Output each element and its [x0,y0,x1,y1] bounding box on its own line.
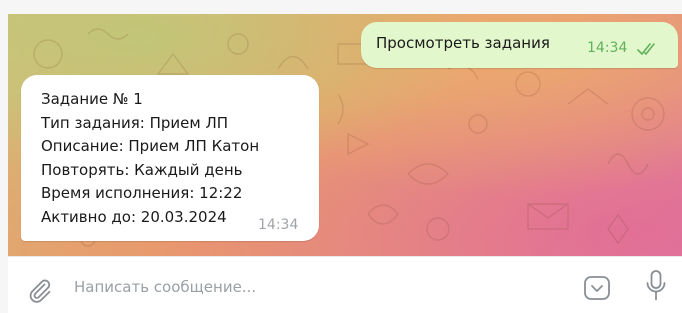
message-line: Повторять: Каждый день [41,160,243,179]
outgoing-message-time: 14:34 [587,40,628,56]
chat-background[interactable]: Просмотреть задания 14:34 Задание № 1 Ти… [8,14,682,256]
microphone-icon[interactable] [645,269,667,303]
message-line: Задание № 1 [41,90,143,108]
message-composer [8,256,682,313]
message-line: Тип задания: Прием ЛП [41,113,229,132]
telegram-chat-window: Просмотреть задания 14:34 Задание № 1 Ти… [0,0,682,313]
outgoing-message-text: Просмотреть задания [376,34,550,52]
sticker-emoji-icon[interactable] [582,273,612,303]
window-left-border [0,0,8,313]
paperclip-icon[interactable] [27,277,53,303]
outgoing-message-bubble[interactable]: Просмотреть задания 14:34 [361,22,678,68]
double-check-icon [637,43,655,55]
message-line: Активно до: 20.03.2024 [41,207,227,226]
incoming-message-time: 14:34 [258,217,299,233]
top-strip [0,0,682,14]
message-line: Время исполнения: 12:22 [41,184,243,203]
message-input[interactable] [74,272,554,302]
incoming-message-body: Задание № 1 Тип задания: Прием ЛП Описан… [41,88,259,230]
message-line: Описание: Прием ЛП Катон [41,137,260,156]
incoming-message-bubble[interactable]: Задание № 1 Тип задания: Прием ЛП Описан… [21,75,319,241]
